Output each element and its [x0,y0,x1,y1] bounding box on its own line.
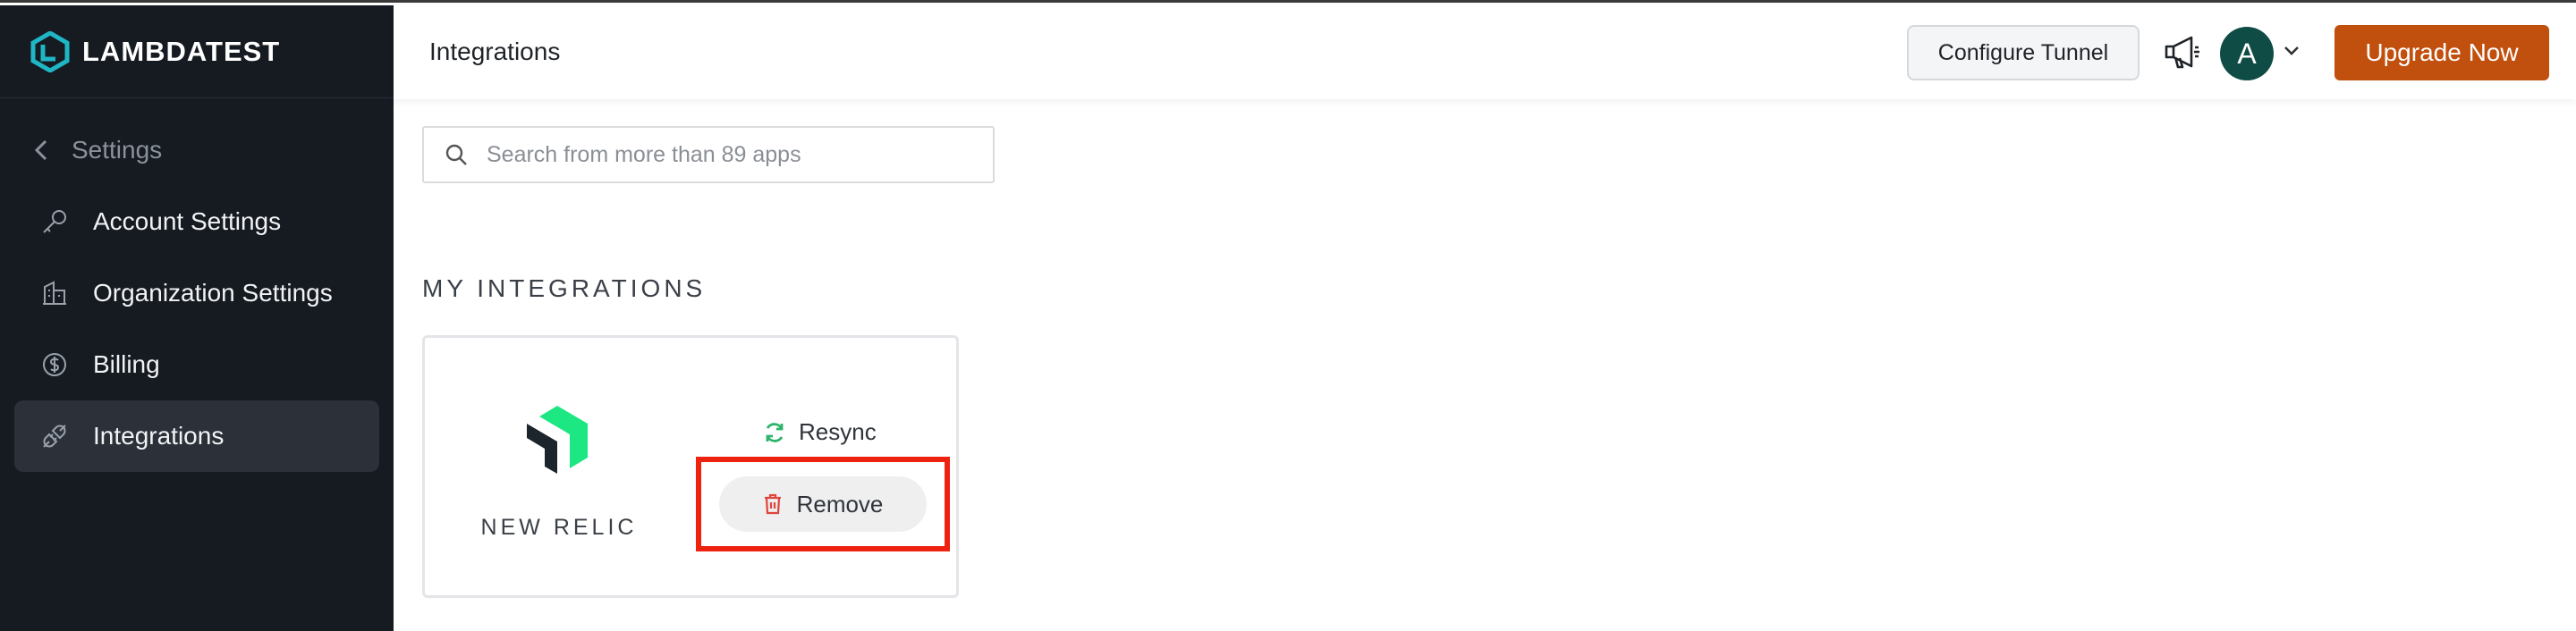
sidebar-item-label: Organization Settings [93,279,333,307]
sidebar-item-billing[interactable]: Billing [14,329,379,400]
user-avatar[interactable]: A [2220,27,2274,80]
integration-name: NEW RELIC [480,515,638,540]
lambdatest-logo[interactable]: LAMBDATEST [30,31,280,72]
sidebar-item-integrations[interactable]: Integrations [14,400,379,472]
new-relic-logo-icon [527,406,588,474]
sidebar-item-label: Account Settings [93,207,282,235]
sidebar-item-organization-settings[interactable]: Organization Settings [14,257,379,329]
brand-name: LAMBDATEST [82,36,281,67]
megaphone-icon[interactable] [2163,34,2202,72]
configure-tunnel-button[interactable]: Configure Tunnel [1907,25,2140,80]
settings-back-link[interactable]: Settings [34,136,162,164]
remove-label: Remove [796,490,884,517]
settings-back-label: Settings [72,136,163,164]
remove-button[interactable]: Remove [719,476,927,532]
page-title: Integrations [429,38,561,65]
lambdatest-logo-icon [30,31,70,72]
chevron-down-icon[interactable] [2283,45,2301,57]
building-icon [39,278,70,308]
sidebar-item-account-settings[interactable]: Account Settings [14,186,379,257]
top-header: Integrations Configure Tunnel A Upgrade … [394,5,2576,99]
chevron-left-icon [34,139,47,161]
refresh-icon [766,422,784,442]
key-icon [39,206,70,237]
dollar-icon [39,349,70,380]
resync-button[interactable]: Resync [763,418,877,446]
upgrade-now-button[interactable]: Upgrade Now [2334,25,2549,80]
my-integrations-heading: MY INTEGRATIONS [422,274,707,302]
search-icon [445,144,467,165]
sidebar-item-label: Billing [93,350,160,378]
search-input[interactable] [487,141,987,168]
plug-icon [39,421,70,451]
sidebar-item-label: Integrations [93,422,225,450]
sidebar-divider [0,97,394,98]
sidebar: LAMBDATEST Settings Account Settings Org… [0,5,394,631]
resync-label: Resync [799,418,877,445]
trash-icon [764,493,781,515]
search-box [422,126,995,183]
